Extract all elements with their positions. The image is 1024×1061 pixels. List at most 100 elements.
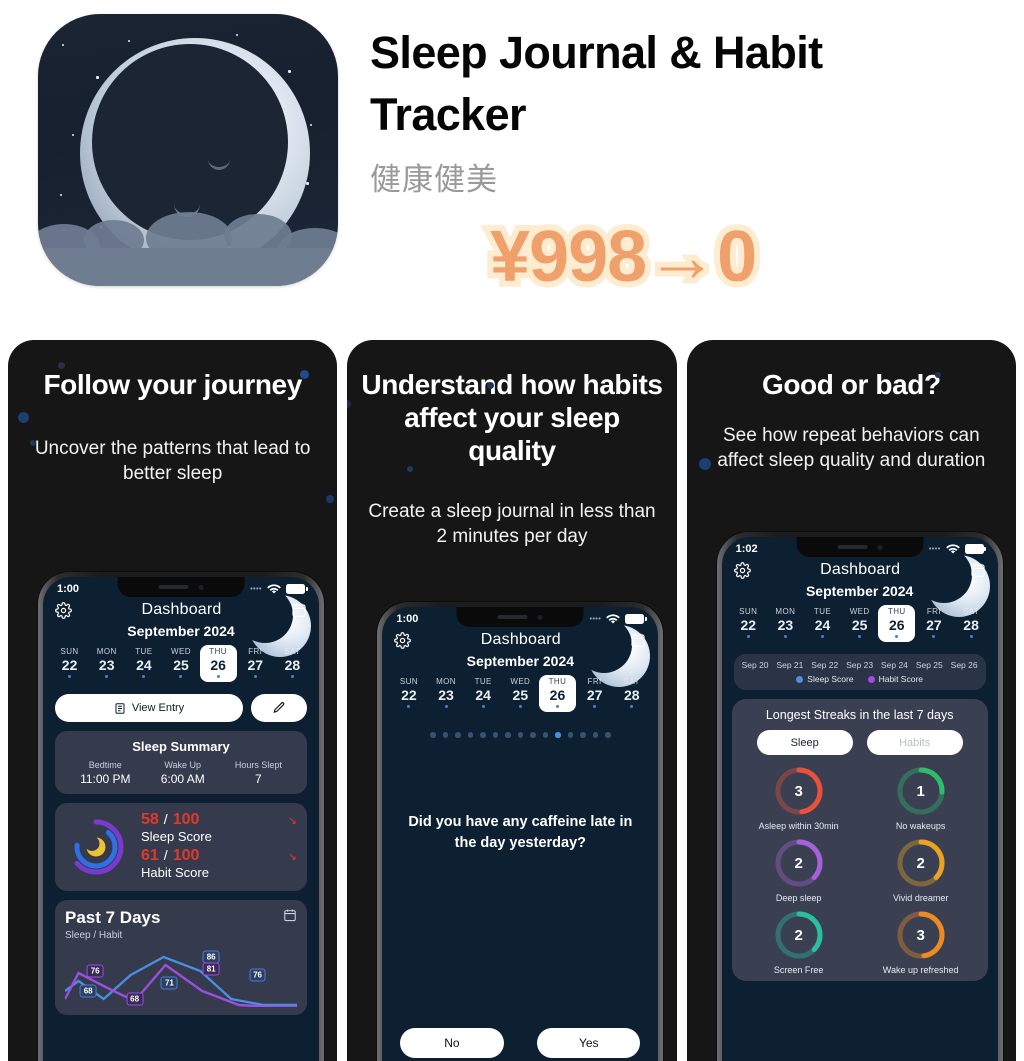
month-label: September 2024: [127, 623, 235, 639]
date-cell[interactable]: FRI 27: [237, 645, 274, 682]
phone-status-bar: 1:00 ••••: [382, 607, 658, 627]
phone-mockup: 1:00 •••• Dashboard September 2024 SUN 2…: [38, 572, 324, 1061]
tab-sleep[interactable]: Sleep: [756, 730, 853, 755]
streak-ring: 2: [895, 837, 947, 889]
chart-date-axis: Sep 20 Sep 21 Sep 22 Sep 23 Sep 24 Sep 2…: [738, 660, 982, 670]
streaks-title: Longest Streaks in the last 7 days: [765, 708, 954, 722]
axis-tick: Sep 25: [915, 660, 943, 670]
battery-icon: [964, 544, 987, 554]
tab-habits[interactable]: Habits: [866, 730, 963, 755]
date-cell[interactable]: SAT 28: [613, 675, 650, 712]
date-cell-selected[interactable]: THU 26: [878, 605, 916, 642]
date-cell[interactable]: TUE 24: [804, 605, 841, 642]
streak-ring: 2: [773, 837, 825, 889]
chart-data-label: 81: [202, 962, 220, 976]
answer-no-button[interactable]: No: [400, 1028, 504, 1058]
trend-down-icon: ↘: [287, 815, 297, 827]
signal-dots-icon: ••••: [928, 545, 941, 553]
longest-streaks-card: Longest Streaks in the last 7 days Sleep…: [731, 699, 988, 981]
date-strip[interactable]: SUN 22 MON 23 TUE 24 WED 25 THU 26 FRI 27 SAT 2…: [43, 639, 319, 686]
signal-dots-icon: ••••: [250, 585, 262, 593]
chart-legend-card: Sep 20 Sep 21 Sep 22 Sep 23 Sep 24 Sep 2…: [733, 654, 986, 690]
gear-icon[interactable]: [733, 561, 751, 579]
calendar-icon[interactable]: [970, 562, 986, 578]
streak-ring: 3: [895, 909, 947, 961]
status-time: 1:00: [57, 583, 80, 595]
date-cell[interactable]: MON 23: [427, 675, 464, 712]
wifi-icon: [945, 543, 960, 554]
date-cell[interactable]: SAT 28: [274, 645, 311, 682]
battery-icon: [625, 614, 647, 624]
date-cell[interactable]: WED 25: [502, 675, 539, 712]
phone-mockup: 1:00 •••• Dashboard September 2024 SUN 2…: [377, 602, 664, 1061]
date-cell[interactable]: TUE 24: [125, 645, 162, 682]
date-cell[interactable]: FRI 27: [915, 605, 952, 642]
past-7-days-card[interactable]: Past 7 Days Sleep / Habit 76 68 68 71 86…: [55, 900, 307, 1015]
calendar-icon[interactable]: [630, 632, 646, 648]
dashboard-title: Dashboard: [480, 631, 561, 648]
past-7-days-subtitle: Sleep / Habit: [65, 930, 123, 941]
panel-subtitle: Create a sleep journal in less than 2 mi…: [368, 501, 656, 548]
axis-tick: Sep 23: [846, 660, 874, 670]
chart-data-label: 76: [86, 964, 104, 978]
date-cell[interactable]: SUN 22: [730, 605, 767, 642]
sleeping-moon-app-icon[interactable]: [38, 14, 338, 286]
app-header-section: Sleep Journal & Habit Tracker 健康健美 ¥998→…: [0, 0, 1024, 330]
streak-ring: 1: [895, 765, 947, 817]
journal-progress-dots: [382, 716, 658, 738]
date-cell[interactable]: TUE 24: [465, 675, 502, 712]
streak-item: 2 Deep sleep: [740, 837, 858, 903]
streak-item: 3 Asleep within 30min: [740, 765, 858, 831]
summary-hours-slept: Hours Slept 7: [234, 760, 282, 786]
sleep-score-value: 58: [141, 811, 159, 828]
answer-yes-button[interactable]: Yes: [537, 1028, 641, 1058]
streak-ring: 3: [773, 765, 825, 817]
date-cell-selected[interactable]: THU 26: [199, 645, 237, 682]
status-time: 1:02: [735, 543, 758, 555]
legend-entry-sleep-score: Sleep Score: [796, 674, 854, 684]
date-cell-selected[interactable]: THU 26: [538, 675, 577, 712]
date-strip[interactable]: SUN 22 MON 23 TUE 24 WED 25 THU 26 FRI 27 SAT 2…: [722, 599, 998, 646]
calendar-icon[interactable]: [283, 908, 297, 922]
date-cell[interactable]: SUN 22: [390, 675, 427, 712]
date-cell[interactable]: FRI 27: [576, 675, 613, 712]
sleep-summary-card: Sleep Summary Bedtime 11:00 PM Wake Up 6…: [55, 731, 307, 794]
habit-score-label: Habit Score: [141, 865, 209, 880]
panel-subtitle: Uncover the patterns that lead to better…: [34, 438, 311, 485]
legend-swatch: [867, 675, 875, 683]
trend-down-icon: ↘: [287, 851, 297, 863]
date-cell[interactable]: SAT 28: [953, 605, 990, 642]
promo-panel-good-or-bad[interactable]: Good or bad? See how repeat behaviors ca…: [686, 340, 1016, 1061]
streak-item: 3 Wake up refreshed: [862, 909, 980, 975]
axis-tick: Sep 20: [741, 660, 769, 670]
edit-entry-button[interactable]: [251, 694, 307, 722]
past-7-days-title: Past 7 Days: [65, 908, 161, 927]
page-title: Sleep Journal & Habit Tracker: [370, 27, 823, 141]
streak-ring: 2: [773, 909, 825, 961]
dashboard-title: Dashboard: [141, 601, 222, 618]
journal-question: Did you have any caffeine late in the da…: [408, 814, 633, 852]
date-cell[interactable]: MON 23: [767, 605, 804, 642]
date-cell[interactable]: WED 25: [841, 605, 878, 642]
date-strip[interactable]: SUN 22 MON 23 TUE 24 WED 25 THU 26 FRI 27 SAT 2…: [382, 669, 658, 716]
status-time: 1:00: [396, 613, 419, 625]
calendar-icon[interactable]: [291, 602, 307, 618]
panel-title: Good or bad?: [761, 369, 941, 400]
chart-data-label: 68: [79, 984, 97, 998]
date-cell[interactable]: WED 25: [162, 645, 199, 682]
date-cell[interactable]: SUN 22: [51, 645, 88, 682]
dashboard-title: Dashboard: [820, 561, 901, 578]
habit-score-max: 100: [172, 847, 200, 864]
streak-item: 2 Vivid dreamer: [862, 837, 980, 903]
month-label: September 2024: [466, 653, 575, 669]
streak-item: 2 Screen Free: [740, 909, 858, 975]
view-entry-button[interactable]: View Entry: [55, 694, 243, 722]
month-label: September 2024: [805, 583, 914, 599]
view-entry-label: View Entry: [131, 702, 185, 714]
gear-icon[interactable]: [394, 631, 412, 649]
wifi-icon: [606, 613, 621, 624]
date-cell[interactable]: MON 23: [88, 645, 125, 682]
gear-icon[interactable]: [55, 601, 72, 619]
promo-panel-understand-habits[interactable]: Understand how habits affect your sleep …: [347, 340, 677, 1061]
promo-panel-follow-your-journey[interactable]: Follow your journey Uncover the patterns…: [8, 340, 338, 1061]
